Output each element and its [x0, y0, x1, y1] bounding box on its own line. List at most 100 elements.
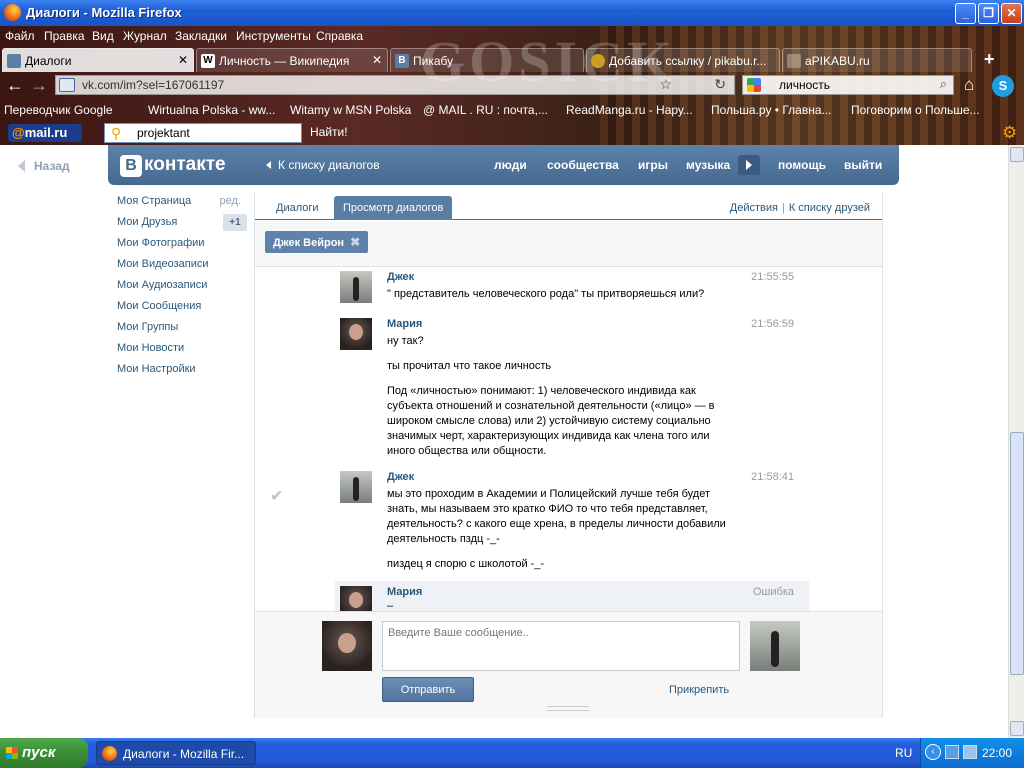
- tab-apikabu[interactable]: aPIKABU.ru: [782, 48, 972, 72]
- menu-my-page[interactable]: Моя Страница ред.: [117, 195, 247, 216]
- avatar[interactable]: [340, 271, 372, 303]
- attach-link[interactable]: Прикрепить: [669, 684, 729, 696]
- menu-my-audio[interactable]: Мои Аудиозаписи: [117, 279, 247, 300]
- avatar[interactable]: [340, 471, 372, 503]
- minimize-button[interactable]: _: [955, 3, 976, 24]
- tab-add-link[interactable]: Добавить ссылку / pikabu.r...: [586, 48, 780, 72]
- send-button[interactable]: Отправить: [382, 677, 474, 702]
- message-author[interactable]: Мария: [387, 318, 422, 330]
- scroll-thumb[interactable]: [1010, 432, 1024, 675]
- mailru-find-button[interactable]: Найти!: [310, 125, 348, 139]
- menu-help[interactable]: Справка: [316, 29, 363, 43]
- bookmark-google-translate[interactable]: Переводчик Google: [4, 103, 113, 117]
- bookmark-msn-polska[interactable]: Witamy w MSN Polska: [290, 103, 411, 117]
- nav-games[interactable]: игры: [638, 158, 668, 172]
- bookmark-readmanga[interactable]: ReadManga.ru - Нару...: [566, 103, 693, 117]
- new-tab-button[interactable]: +: [984, 49, 995, 70]
- menu-my-messages[interactable]: Мои Сообщения: [117, 300, 247, 321]
- reload-icon[interactable]: ↻: [714, 76, 726, 93]
- participant-chip[interactable]: Джек Вейрон ✖: [265, 231, 369, 253]
- url-bar[interactable]: vk.com/im?sel=167061197 ☆ ↻: [55, 75, 735, 95]
- nav-more-arrow-icon[interactable]: [738, 155, 760, 175]
- mailru-logo[interactable]: @mail.ru: [8, 124, 82, 142]
- tab-wikipedia[interactable]: W Личность — Википедия ✕: [196, 48, 388, 72]
- close-button[interactable]: ✕: [1001, 3, 1022, 24]
- nav-help[interactable]: помощь: [778, 158, 826, 172]
- dialog-actions: Действия | К списку друзей: [729, 202, 870, 214]
- google-icon[interactable]: [747, 78, 761, 92]
- scroll-up-icon[interactable]: [1010, 147, 1024, 162]
- resize-handle[interactable]: [547, 706, 589, 711]
- taskbar-item-firefox[interactable]: Диалоги - Mozilla Fir...: [96, 741, 256, 765]
- menu-bookmarks[interactable]: Закладки: [175, 29, 227, 43]
- message-author[interactable]: Джек: [387, 271, 414, 283]
- tab-close-icon[interactable]: ✕: [178, 53, 188, 67]
- avatar[interactable]: [340, 318, 372, 350]
- nav-people[interactable]: люди: [494, 158, 527, 172]
- menu-history[interactable]: Журнал: [123, 29, 167, 43]
- message-input[interactable]: [382, 621, 740, 671]
- edit-link[interactable]: ред.: [220, 195, 241, 207]
- menu-view[interactable]: Вид: [92, 29, 114, 43]
- back-arrow-icon[interactable]: ←: [6, 75, 24, 96]
- star-icon[interactable]: ☆: [659, 76, 672, 93]
- tab-pikabu[interactable]: B Пикабу: [390, 48, 584, 72]
- left-menu: Моя Страница ред. Мои Друзья +1 Мои Фотогр…: [117, 195, 247, 384]
- search-bar[interactable]: личность ⌕: [742, 75, 954, 95]
- vk-header: Вконтакте К списку диалогов люди сообщес…: [108, 145, 899, 185]
- nav-music[interactable]: музыка: [686, 158, 730, 172]
- menu-my-videos[interactable]: Мои Видеозаписи: [117, 258, 247, 279]
- menu-my-news[interactable]: Мои Новости: [117, 342, 247, 363]
- nav-communities[interactable]: сообщества: [547, 158, 619, 172]
- friends-badge[interactable]: +1: [223, 214, 247, 231]
- tab-close-icon[interactable]: ✕: [372, 53, 382, 67]
- message-author[interactable]: Мария: [387, 586, 422, 598]
- system-tray: ‹ 22:00: [920, 738, 1024, 768]
- skype-icon[interactable]: S: [992, 75, 1014, 97]
- mailru-search-input[interactable]: ⚲ projektant: [104, 123, 302, 143]
- menu-edit[interactable]: Правка: [44, 29, 85, 43]
- bookmark-wirtualna-polska[interactable]: Wirtualna Polska - ww...: [148, 103, 275, 117]
- nav-logout[interactable]: выйти: [844, 158, 882, 172]
- volume-icon[interactable]: [963, 745, 977, 759]
- network-icon[interactable]: [945, 745, 959, 759]
- home-icon[interactable]: ⌂: [964, 75, 974, 95]
- message-text: мы это проходим в Академии и Полицейский…: [387, 488, 726, 570]
- message-author[interactable]: Джек: [387, 471, 414, 483]
- recipient-avatar[interactable]: [750, 621, 800, 671]
- compose-area: Отправить Прикрепить: [255, 611, 882, 718]
- menu-file[interactable]: Файл: [5, 29, 35, 43]
- gear-icon[interactable]: ⚙: [1002, 123, 1017, 143]
- to-dialogs-link[interactable]: К списку диалогов: [266, 158, 380, 172]
- start-button[interactable]: пуск: [0, 738, 88, 768]
- menu-tools[interactable]: Инструменты: [236, 29, 311, 43]
- tab-dialogs[interactable]: Диалоги ✕: [2, 48, 194, 72]
- taskbar: пуск Диалоги - Mozilla Fir... RU ‹ 22:00: [0, 738, 1024, 768]
- maximize-button[interactable]: ❐: [978, 3, 999, 24]
- message-text: –: [387, 600, 394, 611]
- vk-logo[interactable]: Вконтакте: [120, 154, 226, 177]
- back-link[interactable]: Назад: [18, 159, 70, 173]
- site-identity-icon[interactable]: [59, 78, 75, 92]
- menu-my-photos[interactable]: Мои Фотографии: [117, 237, 247, 258]
- menu-my-settings[interactable]: Мои Настройки: [117, 363, 247, 384]
- bookmark-polsha-ru[interactable]: Польша.ру • Главна...: [711, 103, 832, 117]
- my-avatar[interactable]: [322, 621, 372, 671]
- menu-my-friends[interactable]: Мои Друзья +1: [117, 214, 247, 237]
- search-icon[interactable]: ⌕: [940, 76, 947, 92]
- tray-expand-icon[interactable]: ‹: [925, 744, 941, 760]
- bookmark-pogovorim[interactable]: Поговорим о Польше...: [851, 103, 980, 117]
- menu-my-groups[interactable]: Мои Группы: [117, 321, 247, 342]
- remove-icon[interactable]: ✖: [350, 235, 360, 249]
- scroll-down-icon[interactable]: [1010, 721, 1024, 736]
- language-indicator[interactable]: RU: [895, 746, 912, 760]
- to-friends-link[interactable]: К списку друзей: [789, 202, 870, 214]
- tab-view-dialogs[interactable]: Просмотр диалогов: [334, 196, 453, 220]
- vertical-scrollbar[interactable]: [1008, 145, 1024, 738]
- tab-dialogs-list[interactable]: Диалоги: [267, 196, 328, 220]
- avatar[interactable]: [340, 586, 372, 611]
- forward-arrow-icon[interactable]: →: [30, 75, 48, 96]
- actions-link[interactable]: Действия: [730, 202, 778, 214]
- bookmark-mail-ru[interactable]: @ MAIL . RU : почта,...: [423, 103, 548, 117]
- message-history: Джек 21:55:55 " представитель человеческ…: [255, 271, 882, 611]
